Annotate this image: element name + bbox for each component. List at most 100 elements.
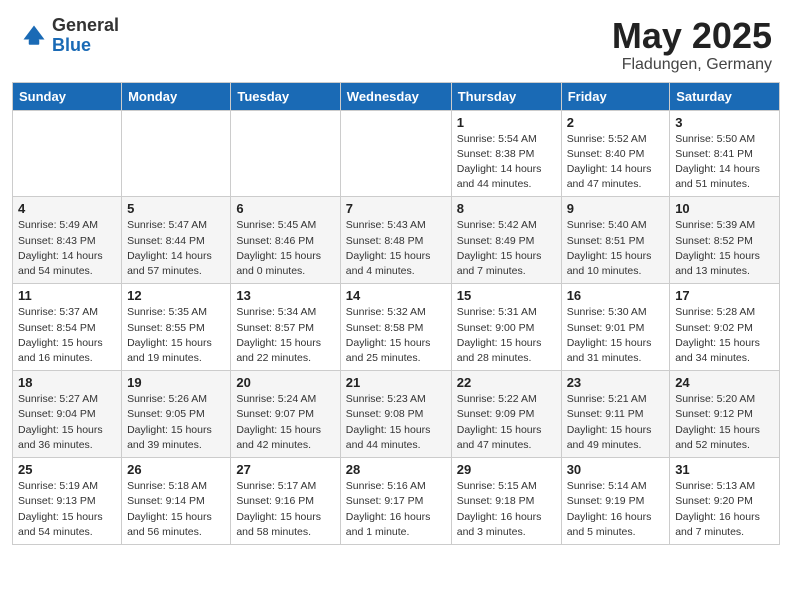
day-number: 12 <box>127 288 225 303</box>
day-info: Sunrise: 5:16 AMSunset: 9:17 PMDaylight:… <box>346 479 446 540</box>
table-row: 4 Sunrise: 5:49 AMSunset: 8:43 PMDaylight… <box>13 197 122 284</box>
col-monday: Monday <box>122 82 231 110</box>
table-row: 1Sunrise: 5:54 AMSunset: 8:38 PMDaylight… <box>451 110 561 197</box>
day-number: 8 <box>457 201 556 216</box>
table-row: 3Sunrise: 5:50 AMSunset: 8:41 PMDaylight… <box>670 110 780 197</box>
calendar-body: 1Sunrise: 5:54 AMSunset: 8:38 PMDaylight… <box>13 110 780 544</box>
table-row: 28Sunrise: 5:16 AMSunset: 9:17 PMDayligh… <box>340 458 451 545</box>
day-number: 29 <box>457 462 556 477</box>
col-sunday: Sunday <box>13 82 122 110</box>
day-info: Sunrise: 5:20 AMSunset: 9:12 PMDaylight:… <box>675 392 774 453</box>
day-info: Sunrise: 5:47 AMSunset: 8:44 PMDaylight:… <box>127 218 225 279</box>
table-row: 18 Sunrise: 5:27 AMSunset: 9:04 PMDayligh… <box>13 371 122 458</box>
day-info: Sunrise: 5:18 AMSunset: 9:14 PMDaylight:… <box>127 479 225 540</box>
day-info: Sunrise: 5:35 AMSunset: 8:55 PMDaylight:… <box>127 305 225 366</box>
col-tuesday: Tuesday <box>231 82 340 110</box>
day-number: 4 <box>18 201 116 216</box>
table-row: 16 Sunrise: 5:30 AMSunset: 9:01 PMDayligh… <box>561 284 670 371</box>
table-row: 23 Sunrise: 5:21 AMSunset: 9:11 PMDayligh… <box>561 371 670 458</box>
calendar-table: Sunday Monday Tuesday Wednesday Thursday… <box>12 82 780 545</box>
day-info: Sunrise: 5:26 AMSunset: 9:05 PMDaylight:… <box>127 392 225 453</box>
day-number: 14 <box>346 288 446 303</box>
table-row: 21 Sunrise: 5:23 AMSunset: 9:08 PMDayligh… <box>340 371 451 458</box>
day-info: Sunrise: 5:50 AMSunset: 8:41 PMDaylight:… <box>675 132 774 193</box>
day-number: 6 <box>236 201 334 216</box>
table-row <box>122 110 231 197</box>
day-number: 5 <box>127 201 225 216</box>
logo-general: General Blue <box>52 16 119 56</box>
table-row: 6Sunrise: 5:45 AMSunset: 8:46 PMDaylight… <box>231 197 340 284</box>
day-info: Sunrise: 5:28 AMSunset: 9:02 PMDaylight:… <box>675 305 774 366</box>
day-info: Sunrise: 5:23 AMSunset: 9:08 PMDaylight:… <box>346 392 446 453</box>
day-number: 9 <box>567 201 665 216</box>
day-info: Sunrise: 5:17 AMSunset: 9:16 PMDaylight:… <box>236 479 334 540</box>
table-row: 20 Sunrise: 5:24 AMSunset: 9:07 PMDayligh… <box>231 371 340 458</box>
table-row: 14 Sunrise: 5:32 AMSunset: 8:58 PMDayligh… <box>340 284 451 371</box>
calendar-wrap: Sunday Monday Tuesday Wednesday Thursday… <box>0 82 792 557</box>
day-info: Sunrise: 5:32 AMSunset: 8:58 PMDaylight:… <box>346 305 446 366</box>
day-number: 21 <box>346 375 446 390</box>
table-row: 17 Sunrise: 5:28 AMSunset: 9:02 PMDayligh… <box>670 284 780 371</box>
table-row <box>13 110 122 197</box>
table-row <box>340 110 451 197</box>
day-number: 27 <box>236 462 334 477</box>
logo-icon <box>20 22 48 50</box>
month-title: May 2025 <box>612 16 772 56</box>
day-info: Sunrise: 5:21 AMSunset: 9:11 PMDaylight:… <box>567 392 665 453</box>
table-row: 27 Sunrise: 5:17 AMSunset: 9:16 PMDayligh… <box>231 458 340 545</box>
day-number: 24 <box>675 375 774 390</box>
day-number: 20 <box>236 375 334 390</box>
day-info: Sunrise: 5:27 AMSunset: 9:04 PMDaylight:… <box>18 392 116 453</box>
table-row: 9Sunrise: 5:40 AMSunset: 8:51 PMDaylight… <box>561 197 670 284</box>
day-number: 23 <box>567 375 665 390</box>
table-row: 2 Sunrise: 5:52 AMSunset: 8:40 PMDaylight… <box>561 110 670 197</box>
day-info: Sunrise: 5:49 AMSunset: 8:43 PMDaylight:… <box>18 218 116 279</box>
day-number: 11 <box>18 288 116 303</box>
title-block: May 2025 Fladungen, Germany <box>612 16 772 74</box>
day-info: Sunrise: 5:39 AMSunset: 8:52 PMDaylight:… <box>675 218 774 279</box>
logo: General Blue <box>20 16 119 56</box>
day-info: Sunrise: 5:52 AMSunset: 8:40 PMDaylight:… <box>567 132 665 193</box>
day-number: 10 <box>675 201 774 216</box>
day-info: Sunrise: 5:54 AMSunset: 8:38 PMDaylight:… <box>457 132 556 193</box>
day-info: Sunrise: 5:24 AMSunset: 9:07 PMDaylight:… <box>236 392 334 453</box>
table-row: 24 Sunrise: 5:20 AMSunset: 9:12 PMDayligh… <box>670 371 780 458</box>
day-info: Sunrise: 5:37 AMSunset: 8:54 PMDaylight:… <box>18 305 116 366</box>
page-header: General Blue May 2025 Fladungen, Germany <box>0 0 792 82</box>
day-number: 2 <box>567 115 665 130</box>
col-wednesday: Wednesday <box>340 82 451 110</box>
day-info: Sunrise: 5:30 AMSunset: 9:01 PMDaylight:… <box>567 305 665 366</box>
day-number: 25 <box>18 462 116 477</box>
day-number: 17 <box>675 288 774 303</box>
table-row: 5 Sunrise: 5:47 AMSunset: 8:44 PMDaylight… <box>122 197 231 284</box>
table-row: 29 Sunrise: 5:15 AMSunset: 9:18 PMDayligh… <box>451 458 561 545</box>
col-thursday: Thursday <box>451 82 561 110</box>
day-info: Sunrise: 5:42 AMSunset: 8:49 PMDaylight:… <box>457 218 556 279</box>
day-number: 19 <box>127 375 225 390</box>
table-row: 15 Sunrise: 5:31 AMSunset: 9:00 PMDayligh… <box>451 284 561 371</box>
table-row: 26Sunrise: 5:18 AMSunset: 9:14 PMDayligh… <box>122 458 231 545</box>
table-row: 22 Sunrise: 5:22 AMSunset: 9:09 PMDayligh… <box>451 371 561 458</box>
day-info: Sunrise: 5:19 AMSunset: 9:13 PMDaylight:… <box>18 479 116 540</box>
day-number: 22 <box>457 375 556 390</box>
table-row: 25 Sunrise: 5:19 AMSunset: 9:13 PMDayligh… <box>13 458 122 545</box>
table-row <box>231 110 340 197</box>
table-row: 7Sunrise: 5:43 AMSunset: 8:48 PMDaylight… <box>340 197 451 284</box>
table-row: 30Sunrise: 5:14 AMSunset: 9:19 PMDayligh… <box>561 458 670 545</box>
day-info: Sunrise: 5:34 AMSunset: 8:57 PMDaylight:… <box>236 305 334 366</box>
day-info: Sunrise: 5:22 AMSunset: 9:09 PMDaylight:… <box>457 392 556 453</box>
table-row: 13 Sunrise: 5:34 AMSunset: 8:57 PMDayligh… <box>231 284 340 371</box>
table-row: 31Sunrise: 5:13 AMSunset: 9:20 PMDayligh… <box>670 458 780 545</box>
day-number: 13 <box>236 288 334 303</box>
table-row: 19 Sunrise: 5:26 AMSunset: 9:05 PMDayligh… <box>122 371 231 458</box>
col-friday: Friday <box>561 82 670 110</box>
day-number: 18 <box>18 375 116 390</box>
day-info: Sunrise: 5:31 AMSunset: 9:00 PMDaylight:… <box>457 305 556 366</box>
table-row: 11 Sunrise: 5:37 AMSunset: 8:54 PMDayligh… <box>13 284 122 371</box>
day-info: Sunrise: 5:43 AMSunset: 8:48 PMDaylight:… <box>346 218 446 279</box>
day-number: 15 <box>457 288 556 303</box>
table-row: 8 Sunrise: 5:42 AMSunset: 8:49 PMDaylight… <box>451 197 561 284</box>
day-number: 16 <box>567 288 665 303</box>
day-info: Sunrise: 5:15 AMSunset: 9:18 PMDaylight:… <box>457 479 556 540</box>
location-title: Fladungen, Germany <box>612 56 772 74</box>
